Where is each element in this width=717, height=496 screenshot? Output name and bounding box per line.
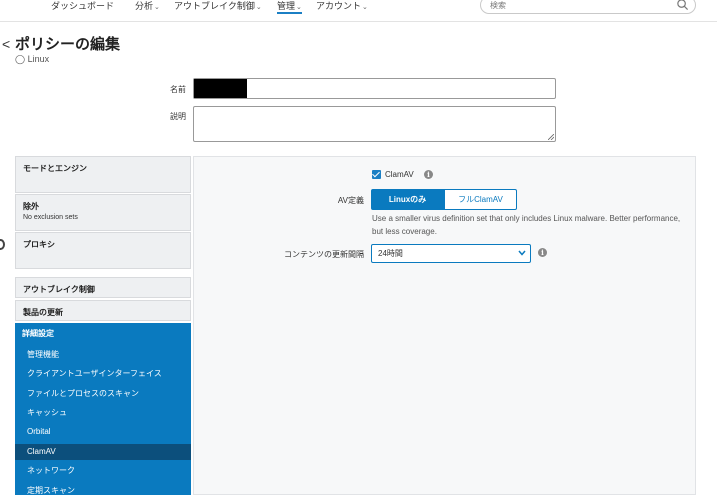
nav-analysis-label: 分析 bbox=[135, 1, 154, 11]
nav-management-label: 管理 bbox=[277, 1, 296, 11]
nav-management[interactable]: 管理⌄ bbox=[277, 0, 302, 14]
chevron-down-icon bbox=[518, 250, 526, 256]
chevron-down-icon: ⌄ bbox=[255, 4, 262, 11]
sidebar-item-label: モードとエンジン bbox=[23, 164, 87, 173]
clamav-settings-panel: ClamAV i AV定義 Linuxのみ フルClamAV Use a sma… bbox=[193, 156, 696, 495]
clamav-checkbox[interactable] bbox=[372, 170, 381, 179]
search-input[interactable]: 検索 bbox=[480, 0, 696, 14]
linux-icon: ◯ bbox=[15, 54, 26, 64]
os-name: Linux bbox=[27, 54, 50, 64]
info-icon[interactable]: i bbox=[424, 170, 433, 179]
page-title: ポリシーの編集 bbox=[15, 36, 121, 53]
av-definitions-label: AV定義 bbox=[337, 196, 364, 205]
av-definitions-help: Use a smaller virus definition set that … bbox=[372, 214, 681, 236]
sidebar-item-outbreak-control[interactable]: アウトブレイク制御 bbox=[15, 277, 191, 298]
av-linux-only-button[interactable]: Linuxのみ bbox=[371, 189, 444, 210]
sidebar-item-file-process-scan[interactable]: ファイルとプロセスのスキャン bbox=[27, 388, 139, 399]
info-icon[interactable]: i bbox=[538, 248, 547, 257]
back-button[interactable]: < bbox=[2, 36, 10, 52]
nav-account[interactable]: アカウント⌄ bbox=[316, 0, 368, 14]
sidebar-item-proxy[interactable]: プロキシ bbox=[15, 232, 191, 269]
sidebar-item-network[interactable]: ネットワーク bbox=[27, 465, 75, 476]
name-label: 名前 bbox=[170, 85, 186, 94]
redacted-name bbox=[194, 79, 247, 98]
resize-grip-icon[interactable] bbox=[548, 134, 554, 140]
sidebar-item-sublabel: No exclusion sets bbox=[23, 214, 78, 221]
sidebar-item-label: アウトブレイク制御 bbox=[23, 285, 95, 294]
search-placeholder: 検索 bbox=[490, 1, 506, 10]
sidebar-item-admin-features[interactable]: 管理機能 bbox=[27, 349, 59, 360]
nav-outbreak-control[interactable]: アウトブレイク制御⌄ bbox=[174, 0, 262, 14]
advanced-settings-heading[interactable]: 詳細設定 bbox=[22, 328, 54, 339]
sidebar-item-mode-engine[interactable]: モードとエンジン bbox=[15, 156, 191, 193]
nav-account-label: アカウント bbox=[316, 1, 362, 11]
content-update-interval-value: 24時間 bbox=[378, 249, 403, 258]
nav-dashboard[interactable]: ダッシュボード bbox=[51, 0, 114, 14]
policy-name-input[interactable] bbox=[193, 78, 556, 99]
chevron-down-icon: ⌄ bbox=[362, 4, 368, 11]
search-icon[interactable] bbox=[676, 0, 689, 11]
content-update-interval-select[interactable]: 24時間 bbox=[371, 244, 531, 263]
nav-outbreak-label: アウトブレイク制御 bbox=[174, 1, 255, 11]
os-label: ◯ Linux bbox=[15, 54, 49, 65]
sidebar-item-product-updates[interactable]: 製品の更新 bbox=[15, 300, 191, 321]
sidebar-item-label: 製品の更新 bbox=[23, 308, 63, 317]
chevron-down-icon: ⌄ bbox=[296, 4, 302, 11]
sidebar-item-cache[interactable]: キャッシュ bbox=[27, 407, 67, 418]
chevron-down-icon: ⌄ bbox=[154, 4, 160, 11]
content-update-interval-label: コンテンツの更新間隔 bbox=[284, 250, 364, 259]
sidebar-advanced-settings: 詳細設定 管理機能 クライアントユーザインターフェイス ファイルとプロセスのスキ… bbox=[15, 323, 191, 495]
nav-dashboard-label: ダッシュボード bbox=[51, 1, 115, 11]
sidebar-item-scheduled-scan[interactable]: 定期スキャン bbox=[27, 485, 75, 496]
policy-description-input[interactable] bbox=[193, 106, 556, 142]
sidebar-item-orbital[interactable]: Orbital bbox=[27, 427, 51, 436]
clamav-checkbox-label: ClamAV bbox=[385, 170, 414, 179]
av-full-clamav-button[interactable]: フルClamAV bbox=[444, 189, 517, 210]
nav-analysis[interactable]: 分析⌄ bbox=[135, 0, 160, 14]
top-navigation: ダッシュボード 分析⌄ アウトブレイク制御⌄ 管理⌄ アカウント⌄ 検索 bbox=[0, 0, 717, 22]
sidebar-item-label: プロキシ bbox=[23, 240, 55, 249]
sidebar-item-clamav[interactable]: ClamAV bbox=[15, 444, 191, 460]
sidebar-item-exclusions[interactable]: 除外 No exclusion sets bbox=[15, 194, 191, 231]
partial-circle-icon bbox=[0, 239, 5, 250]
sidebar-item-client-ui[interactable]: クライアントユーザインターフェイス bbox=[27, 368, 162, 379]
description-label: 説明 bbox=[170, 112, 186, 121]
sidebar-item-label: 除外 bbox=[23, 202, 39, 211]
